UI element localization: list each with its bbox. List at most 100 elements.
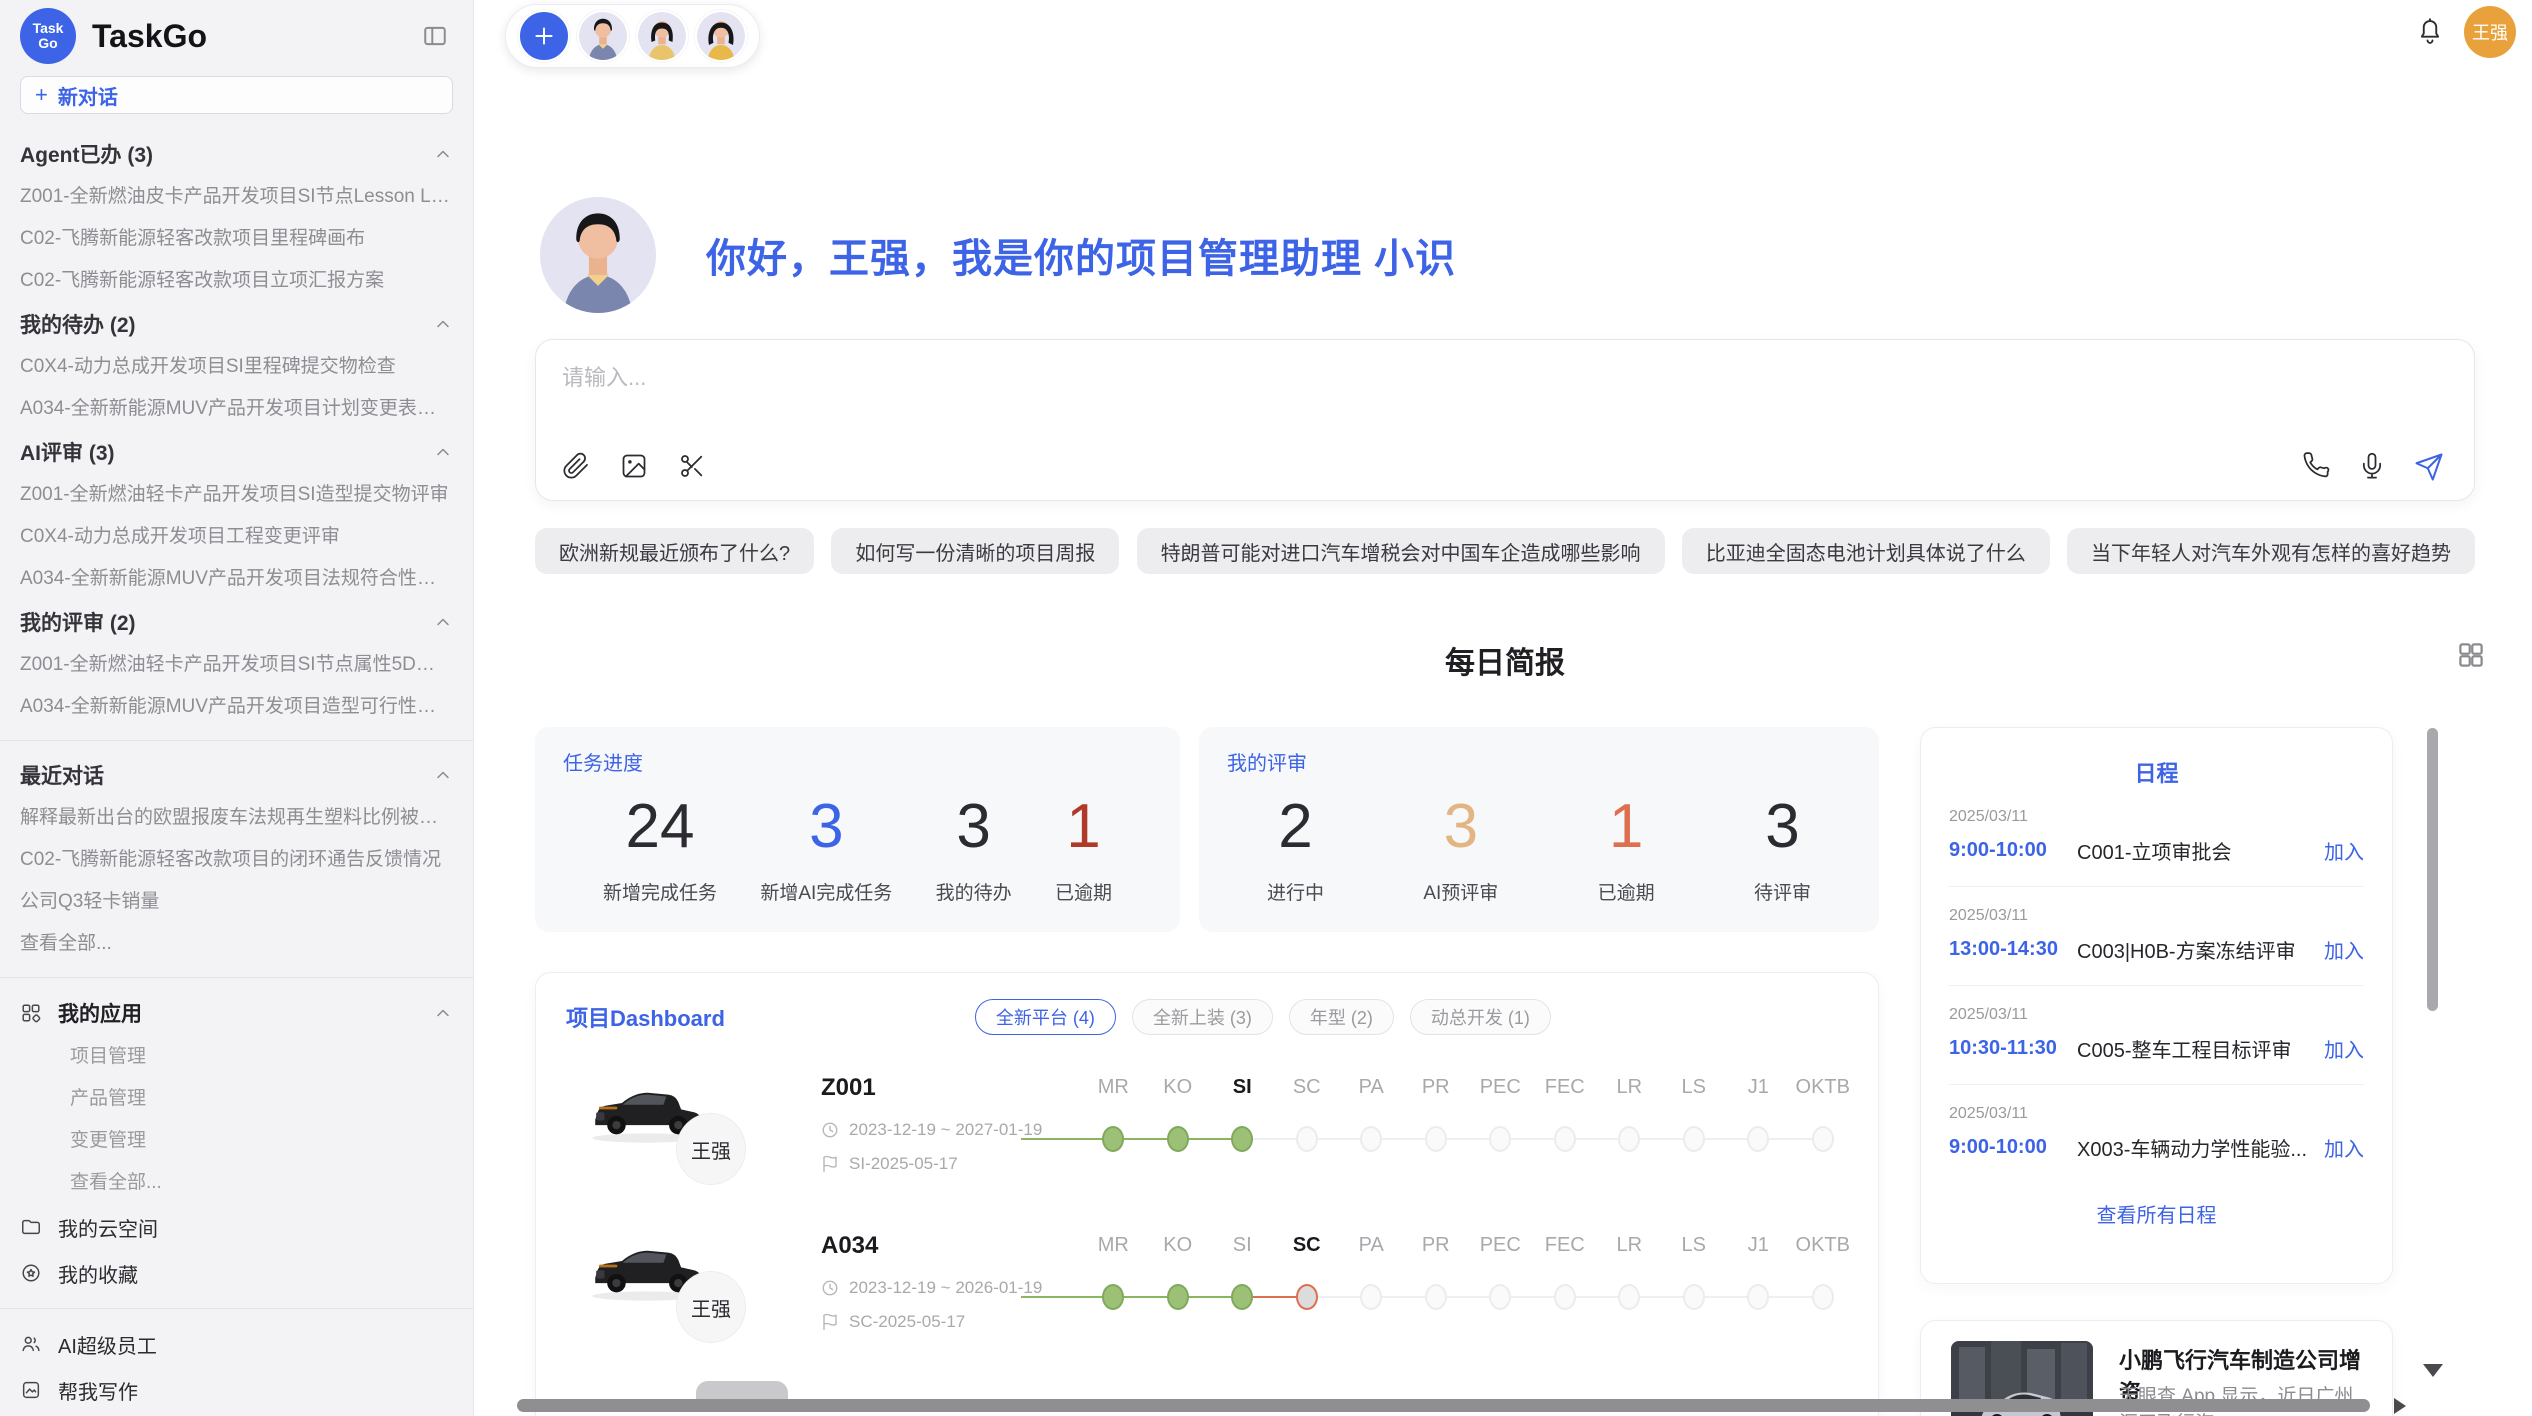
schedule-time: 10:30-11:30 [1949, 1037, 2077, 1060]
filter-powertrain[interactable]: 动总开发 (1) [1410, 999, 1551, 1035]
task-item[interactable]: A034-全新新能源MUV产品开发项目造型可行性评审 [20, 686, 453, 728]
app-item-project-mgmt[interactable]: 项目管理 [20, 1036, 453, 1078]
send-icon [2414, 452, 2444, 482]
my-review-label: 我的评审 [1227, 747, 1851, 776]
task-item[interactable]: A034-全新新能源MUV产品开发项目法规符合性评审 [20, 558, 453, 600]
task-item[interactable]: C02-飞腾新能源轻客改款项目里程碑画布 [20, 218, 453, 260]
screenshot-button[interactable] [678, 452, 708, 482]
project-row-a034[interactable]: 王强 A034 2023-12-19 ~ 2026-01-19 SC-2025-… [536, 1216, 1879, 1374]
user-name: 王强 [2472, 19, 2508, 45]
schedule-meeting-title: C005-整车工程目标评审 [2077, 1034, 2312, 1063]
dashboard-title: 项目Dashboard [566, 1001, 725, 1033]
milestone-dot [1425, 1284, 1447, 1310]
section-label: 最近对话 [20, 760, 104, 790]
milestone-dot [1683, 1126, 1705, 1152]
folder-icon [20, 1216, 42, 1238]
join-meeting-link[interactable]: 加入 [2324, 1034, 2364, 1063]
bell-icon [2415, 16, 2445, 46]
notifications-button[interactable] [2415, 16, 2445, 46]
add-agent-button[interactable] [518, 10, 570, 62]
agent-avatar-male[interactable] [577, 10, 629, 62]
filter-new-body[interactable]: 全新上装 (3) [1132, 999, 1273, 1035]
milestone-dot [1554, 1284, 1576, 1310]
attach-button[interactable] [562, 452, 592, 482]
milestone-dot [1102, 1284, 1124, 1310]
vertical-scrollbar-thumb[interactable] [2427, 728, 2438, 1011]
recent-chats-view-all[interactable]: 查看全部... [20, 923, 453, 965]
cloud-space-label: 我的云空间 [58, 1213, 158, 1242]
join-meeting-link[interactable]: 加入 [2324, 836, 2364, 865]
project-row-z001[interactable]: 王强 Z001 2023-12-19 ~ 2027-01-19 SI-2025-… [536, 1058, 1879, 1216]
app-item-product-mgmt[interactable]: 产品管理 [20, 1078, 453, 1120]
horizontal-scrollbar-thumb[interactable] [517, 1399, 2370, 1412]
milestone-timeline: MR KO SI SC PA PR PEC FEC LR LS J1 OKTB [1081, 1068, 1855, 1178]
sidebar-collapse-button[interactable] [419, 20, 451, 52]
layout-toggle-button[interactable] [2455, 640, 2487, 672]
phone-icon [2302, 452, 2330, 480]
section-header-ai-review[interactable]: AI评审 (3) [20, 430, 453, 474]
scroll-down-arrow[interactable] [2423, 1364, 2443, 1377]
view-all-schedule-link[interactable]: 查看所有日程 [1949, 1183, 2364, 1228]
suggestion-chip[interactable]: 欧洲新规最近颁布了什么? [535, 528, 814, 574]
milestone-dot [1167, 1126, 1189, 1152]
task-item[interactable]: Z001-全新燃油皮卡产品开发项目SI节点Lesson Learn报告 [20, 176, 453, 218]
sidebar-header: Task Go TaskGo [20, 0, 453, 72]
agent-avatar-female-2[interactable] [695, 10, 747, 62]
help-write-label: 帮我写作 [58, 1376, 138, 1405]
task-progress-card: 任务进度 24 新增完成任务 3 新增AI完成任务 3 我的待办 [535, 727, 1180, 932]
agent-avatar-bar [505, 4, 760, 68]
task-item[interactable]: C0X4-动力总成开发项目SI里程碑提交物检查 [20, 346, 453, 388]
milestone-dot [1102, 1126, 1124, 1152]
message-input[interactable] [562, 360, 2062, 424]
image-upload-button[interactable] [620, 452, 650, 482]
agent-avatar-female-1[interactable] [636, 10, 688, 62]
daily-brief-title: 每日简报 [1445, 647, 1565, 680]
recent-chat-item[interactable]: C02-飞腾新能源轻客改款项目的闭环通告反馈情况 [20, 839, 453, 881]
project-code: A034 [821, 1232, 878, 1260]
task-item[interactable]: A034-全新新能源MUV产品开发项目计划变更表编写 [20, 388, 453, 430]
app-item-change-mgmt[interactable]: 变更管理 [20, 1120, 453, 1162]
filter-new-platform[interactable]: 全新平台 (4) [975, 999, 1116, 1035]
send-button[interactable] [2414, 452, 2444, 482]
logo-text-top: Task [33, 21, 64, 36]
scroll-right-arrow[interactable] [2394, 1398, 2406, 1414]
suggestion-chip[interactable]: 特朗普可能对进口汽车增税会对中国车企造成哪些影响 [1137, 528, 1665, 574]
grid-icon [2456, 640, 2486, 670]
sidebar-item-favorites[interactable]: 我的收藏 [20, 1250, 453, 1296]
user-avatar[interactable]: 王强 [2464, 6, 2516, 58]
section-header-my-todo[interactable]: 我的待办 (2) [20, 302, 453, 346]
join-meeting-link[interactable]: 加入 [2324, 935, 2364, 964]
milestone-dot [1231, 1284, 1253, 1310]
suggestion-chip[interactable]: 比亚迪全固态电池计划具体说了什么 [1682, 528, 2050, 574]
suggestion-chip[interactable]: 当下年轻人对汽车外观有怎样的喜好趋势 [2067, 528, 2475, 574]
section-header-recent-chats[interactable]: 最近对话 [20, 753, 453, 797]
new-chat-button[interactable]: + 新对话 [20, 76, 453, 114]
schedule-meeting-title: C003|H0B-方案冻结评审 [2077, 935, 2312, 964]
section-header-my-review[interactable]: 我的评审 (2) [20, 600, 453, 644]
apps-view-all[interactable]: 查看全部... [20, 1162, 453, 1204]
chevron-up-icon [433, 612, 453, 632]
filter-year-model[interactable]: 年型 (2) [1289, 999, 1394, 1035]
sidebar-item-ai-employee[interactable]: AI超级员工 [20, 1321, 453, 1367]
sidebar-item-my-apps[interactable]: 我的应用 [20, 990, 453, 1036]
voice-call-button[interactable] [2302, 452, 2332, 482]
recent-chat-item[interactable]: 公司Q3轻卡销量 [20, 881, 453, 923]
sidebar-item-cloud-space[interactable]: 我的云空间 [20, 1204, 453, 1250]
my-apps-label: 我的应用 [58, 998, 142, 1028]
task-item[interactable]: C02-飞腾新能源轻客改款项目立项汇报方案 [20, 260, 453, 302]
recent-chat-item[interactable]: 解释最新出台的欧盟报废车法规再生塑料比例被调至15%... [20, 797, 453, 839]
suggestion-chip[interactable]: 如何写一份清晰的项目周报 [831, 528, 1119, 574]
main-area: 王强 你好，王强，我是你的项目管理助理 小识 [474, 0, 2532, 1416]
paperclip-icon [562, 452, 590, 480]
schedule-item: 2025/03/11 9:00-10:00 C001-立项审批会 加入 [1949, 788, 2364, 887]
microphone-button[interactable] [2358, 452, 2388, 482]
task-item[interactable]: Z001-全新燃油轻卡产品开发项目SI节点属性5D文件评审 [20, 644, 453, 686]
image-icon [620, 452, 648, 480]
task-item[interactable]: Z001-全新燃油轻卡产品开发项目SI造型提交物评审 [20, 474, 453, 516]
stat-ai-prereview: 3 AI预评审 [1423, 790, 1498, 905]
sidebar-item-help-write[interactable]: 帮我写作 [20, 1367, 453, 1413]
section-header-agent-done[interactable]: Agent已办 (3) [20, 132, 453, 176]
task-item[interactable]: C0X4-动力总成开发项目工程变更评审 [20, 516, 453, 558]
sidebar: Task Go TaskGo + 新对话 Agent已办 (3) Z001-全新… [0, 0, 474, 1416]
join-meeting-link[interactable]: 加入 [2324, 1133, 2364, 1162]
